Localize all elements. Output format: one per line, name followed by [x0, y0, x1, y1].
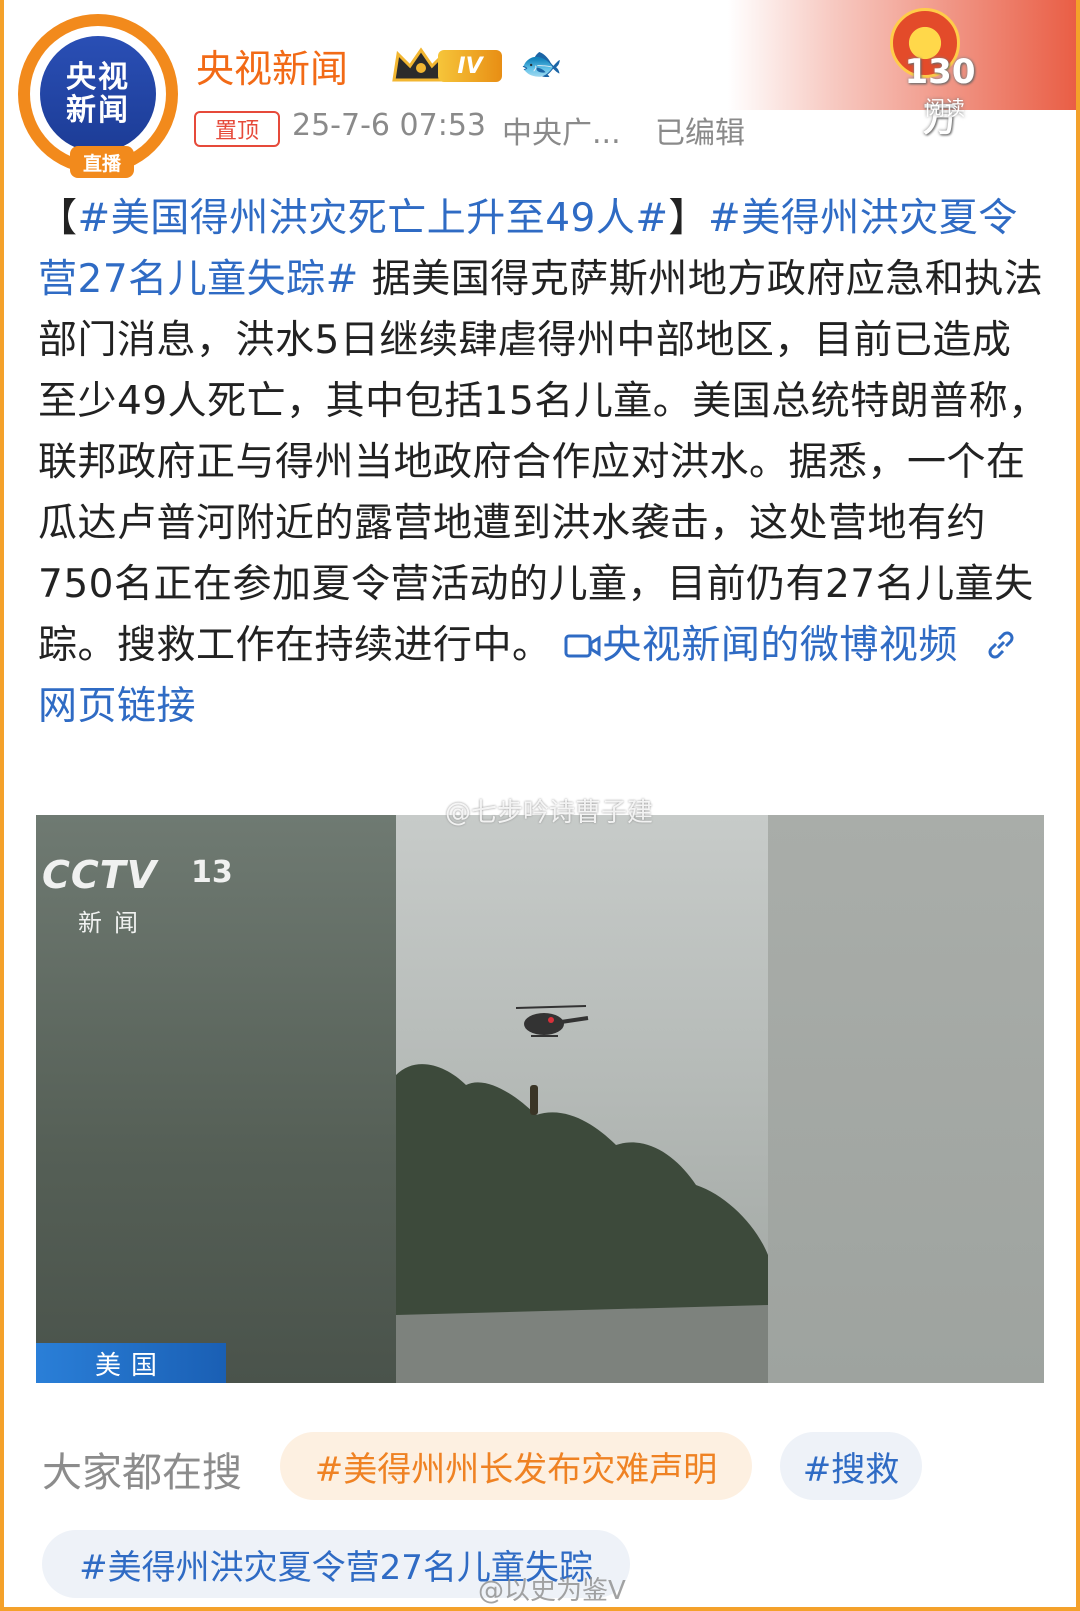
web-link-label: 网页链接	[38, 684, 197, 729]
post-source[interactable]: 中央广...	[502, 108, 621, 152]
level-badge[interactable]: IV	[438, 50, 502, 82]
cctv-channel-name: 新闻	[78, 909, 150, 937]
video-link-label: 央视新闻的微博视频	[602, 623, 958, 668]
watermark-bottom: @以史为鉴V	[478, 1576, 626, 1606]
video-link[interactable]: 央视新闻的微博视频	[564, 623, 958, 668]
helicopter-icon	[515, 1005, 589, 1037]
cctv-channel-number: 13	[191, 855, 233, 890]
hashtag-death-toll[interactable]: #美国得州洪灾死亡上升至49人#	[78, 196, 669, 241]
location-tag: 美国	[36, 1343, 226, 1383]
tree-silhouette	[396, 1064, 768, 1383]
live-badge: 直播	[70, 146, 134, 178]
video-icon	[564, 634, 601, 658]
author-name[interactable]: 央视新闻	[196, 38, 348, 93]
link-icon	[988, 631, 1014, 659]
post-body: 据美国得克萨斯州地方政府应急和执法部门消息，洪水5日继续肆虐得州中部地区，目前已…	[38, 257, 1048, 668]
search-section-label: 大家都在搜	[42, 1450, 242, 1496]
video-panel-right	[768, 815, 1044, 1383]
post-timestamp: 25-7-6 07:53	[292, 108, 486, 143]
bracket-open: 【	[38, 196, 78, 241]
avatar-logo: 央视 新闻	[40, 36, 156, 152]
video-panel-left	[36, 815, 396, 1383]
avatar-text-line2: 新闻	[66, 93, 130, 128]
search-chip-rescue[interactable]: #搜救	[780, 1432, 922, 1500]
post-content: 【#美国得州洪灾死亡上升至49人#】#美得州洪灾夏令营27名儿童失踪# 据美国得…	[38, 188, 1048, 737]
cctv-logo: CCTV	[42, 853, 158, 897]
video-player[interactable]: CCTV 13 新闻 美国	[36, 815, 1044, 1383]
watermark-top: @七步吟诗曹子建	[445, 798, 654, 828]
fish-icon: 🐟	[520, 44, 563, 84]
search-chip-governor-statement[interactable]: #美得州州长发布灾难声明	[280, 1432, 752, 1500]
avatar[interactable]: 央视 新闻 直播	[18, 14, 178, 178]
read-count-label: 阅读	[925, 96, 965, 120]
pinned-badge: 置顶	[194, 111, 280, 147]
edited-label[interactable]: 已编辑	[655, 108, 745, 152]
bracket-close: 】	[668, 196, 709, 241]
avatar-text-line1: 央视	[66, 60, 130, 95]
rescuer-figure	[530, 1085, 538, 1115]
